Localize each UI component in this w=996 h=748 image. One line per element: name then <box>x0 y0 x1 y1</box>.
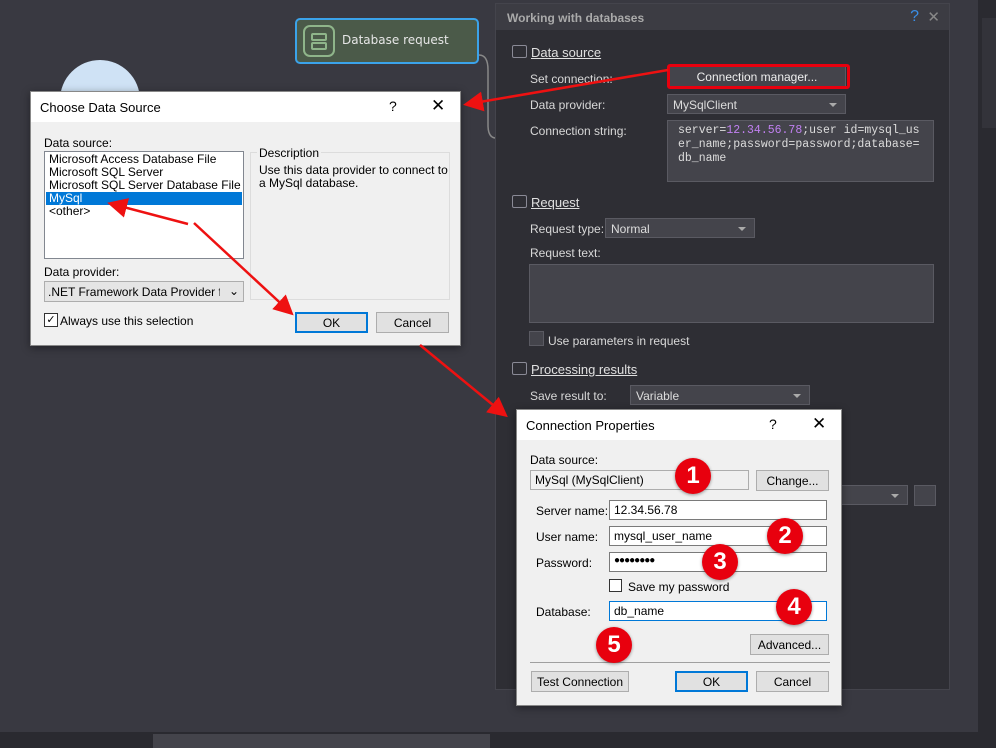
step-marker-5: 5 <box>596 627 632 663</box>
arrow <box>463 68 669 112</box>
arrow <box>193 222 294 316</box>
step-marker-1: 1 <box>675 458 711 494</box>
step-marker-4: 4 <box>776 589 812 625</box>
step-marker-3: 3 <box>702 544 738 580</box>
arrow <box>107 198 189 226</box>
step-marker-2: 2 <box>767 518 803 554</box>
arrow <box>419 344 508 418</box>
annotation-arrows <box>107 68 669 418</box>
